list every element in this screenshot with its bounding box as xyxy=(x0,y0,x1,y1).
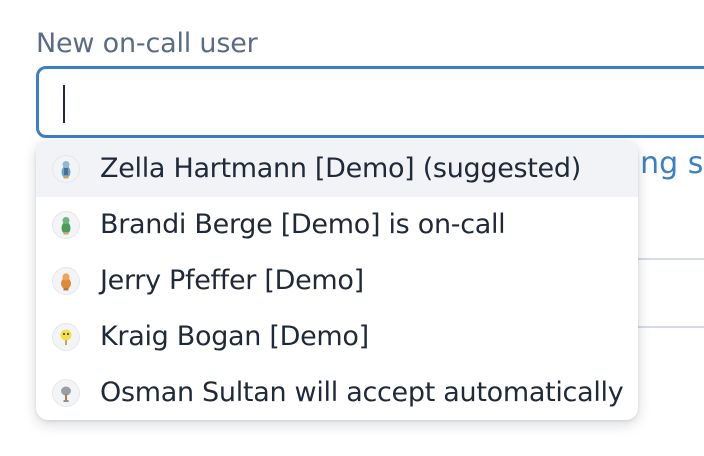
user-option-label: Zella Hartmann [Demo] (suggested) xyxy=(100,153,581,184)
user-option-label: Brandi Berge [Demo] is on-call xyxy=(100,209,506,240)
user-option-brandi-berge[interactable]: Brandi Berge [Demo] is on-call xyxy=(36,197,638,253)
stage: ting s New on-call user Zella Hartmann [… xyxy=(0,0,704,456)
user-option-zella-hartmann[interactable]: Zella Hartmann [Demo] (suggested) xyxy=(36,141,638,197)
user-option-jerry-pfeffer[interactable]: Jerry Pfeffer [Demo] xyxy=(36,253,638,309)
user-option-osman-sultan[interactable]: Osman Sultan will accept automatically xyxy=(36,365,638,420)
user-option-label: Jerry Pfeffer [Demo] xyxy=(100,265,364,296)
person-avatar-icon xyxy=(52,323,80,351)
on-call-user-label: New on-call user xyxy=(36,28,258,59)
on-call-user-input[interactable] xyxy=(36,66,704,138)
person-avatar-icon xyxy=(52,211,80,239)
user-option-label: Osman Sultan will accept automatically xyxy=(100,377,624,408)
person-avatar-icon xyxy=(52,267,80,295)
person-avatar-icon xyxy=(52,379,80,407)
user-option-kraig-bogan[interactable]: Kraig Bogan [Demo] xyxy=(36,309,638,365)
person-avatar-icon xyxy=(52,155,80,183)
text-caret xyxy=(63,85,65,123)
user-option-label: Kraig Bogan [Demo] xyxy=(100,321,369,352)
user-suggestion-list: Zella Hartmann [Demo] (suggested) Brandi… xyxy=(36,141,638,420)
